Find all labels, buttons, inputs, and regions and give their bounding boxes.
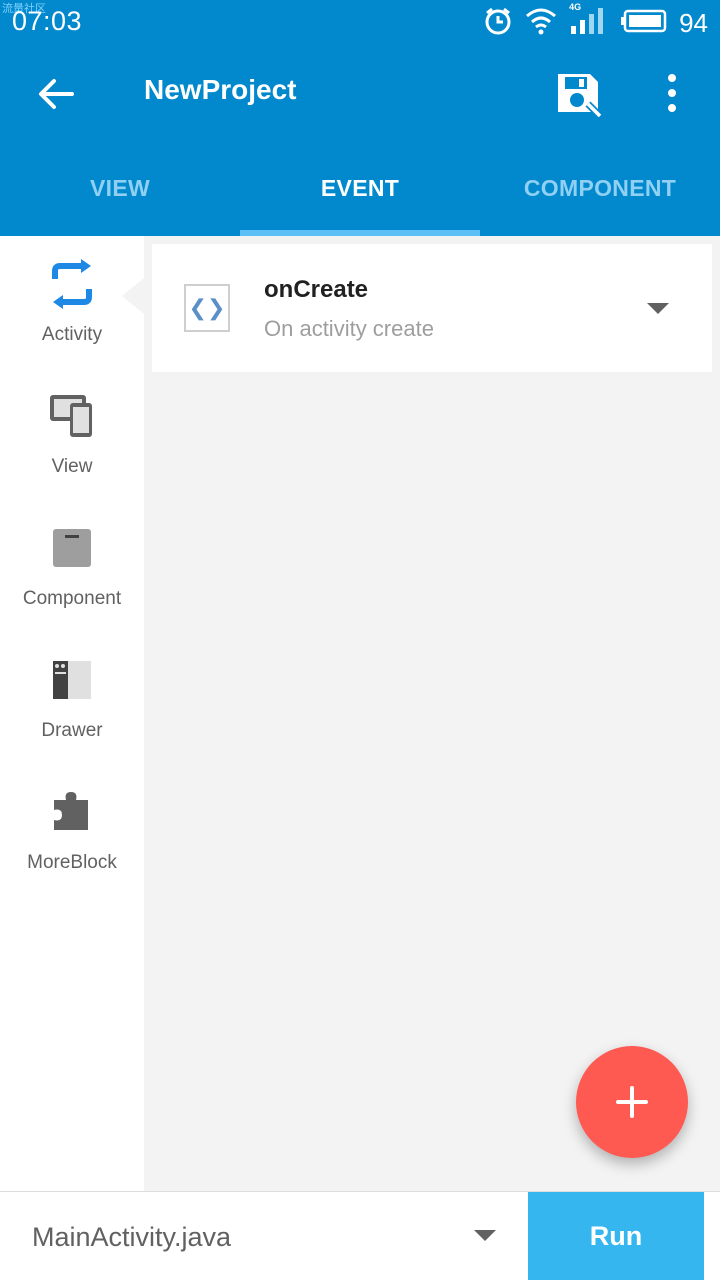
sidebar-item-label: Activity <box>41 324 103 345</box>
active-indicator <box>122 278 144 314</box>
more-vertical-icon <box>668 74 676 82</box>
devices-icon <box>44 388 100 444</box>
drawer-icon <box>44 652 100 708</box>
save-icon <box>558 74 603 119</box>
more-options-button[interactable] <box>650 70 694 116</box>
app-bar: NewProject <box>0 46 720 140</box>
battery-level: 94 <box>679 7 708 38</box>
box-icon <box>44 520 100 576</box>
event-description: On activity create <box>264 316 434 341</box>
tab-bar: VIEW EVENT COMPONENT <box>0 140 720 236</box>
file-name: MainActivity.java <box>32 1222 232 1252</box>
event-card-oncreate[interactable]: ❮❯ onCreate On activity create <box>152 244 712 372</box>
run-button[interactable]: Run <box>528 1192 704 1280</box>
app-title: NewProject <box>144 74 297 105</box>
status-bar: 流量社区 07:03 4G 94 <box>0 0 720 46</box>
status-icons: 4G 94 <box>483 2 708 41</box>
status-time: 07:03 <box>12 6 83 36</box>
sidebar: Activity View Component Drawer MoreBlock <box>0 236 144 1191</box>
sidebar-item-label: View <box>51 456 93 477</box>
add-fab-button[interactable] <box>576 1046 688 1158</box>
sidebar-item-view[interactable]: View <box>0 368 144 488</box>
save-button[interactable] <box>552 68 604 120</box>
back-button[interactable] <box>34 72 78 116</box>
sidebar-item-moreblock[interactable]: MoreBlock <box>0 764 144 884</box>
sidebar-item-label: MoreBlock <box>27 852 117 873</box>
tab-view[interactable]: VIEW <box>0 140 240 236</box>
bottom-bar: MainActivity.java Run <box>0 1191 720 1280</box>
network-type: 4G <box>569 1 582 12</box>
file-dropdown-icon <box>474 1230 496 1241</box>
signal-icon: 4G <box>569 2 609 41</box>
tab-component[interactable]: COMPONENT <box>480 140 720 236</box>
file-selector[interactable]: MainActivity.java <box>0 1192 528 1280</box>
event-name: onCreate <box>264 276 369 303</box>
tab-event[interactable]: EVENT <box>240 140 480 236</box>
refresh-arrows-icon <box>44 256 100 312</box>
event-expand-button[interactable] <box>638 296 678 320</box>
code-brackets-icon: ❮❯ <box>184 284 230 332</box>
sidebar-item-label: Component <box>22 588 122 609</box>
plus-icon <box>616 1086 648 1118</box>
sidebar-item-component[interactable]: Component <box>0 500 144 620</box>
battery-icon <box>621 9 667 38</box>
arrow-left-icon <box>39 79 74 109</box>
sidebar-item-label: Drawer <box>41 720 103 741</box>
wifi-icon <box>525 7 557 40</box>
alarm-icon <box>483 6 513 41</box>
puzzle-icon <box>44 784 100 840</box>
sidebar-item-drawer[interactable]: Drawer <box>0 632 144 752</box>
sidebar-item-activity[interactable]: Activity <box>0 236 144 356</box>
chevron-down-icon <box>647 302 669 314</box>
